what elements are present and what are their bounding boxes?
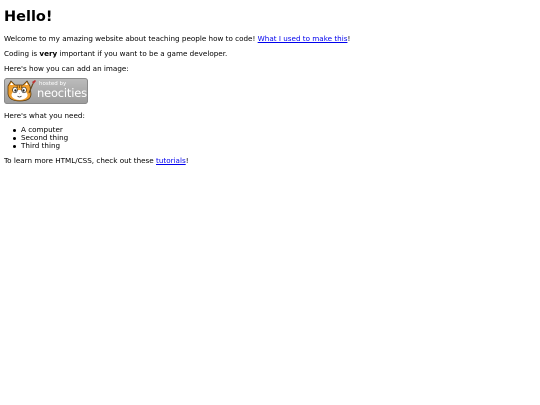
tutorials-link[interactable]: tutorials [156, 156, 186, 165]
image-intro-paragraph: Here's how you can add an image: [4, 64, 129, 73]
learn-paragraph: To learn more HTML/CSS, check out these … [4, 156, 189, 166]
needs-intro-paragraph: Here's what you need: [4, 111, 85, 120]
needs-list: A computer Second thing Third thing [4, 125, 68, 151]
intro-suffix: ! [347, 34, 351, 43]
learn-suffix: ! [185, 156, 189, 165]
coding-paragraph: Coding is very important if you want to … [4, 49, 227, 59]
what-i-used-link[interactable]: What I used to make this [258, 34, 348, 43]
badge-neocities-text: neocities [37, 86, 87, 100]
list-item: Third thing [4, 142, 68, 150]
coding-emphasis: very [39, 49, 58, 58]
learn-prefix: To learn more HTML/CSS, check out these [4, 156, 157, 165]
hosted-by-neocities-badge: hosted by neocities [4, 78, 88, 104]
coding-prefix: Coding is [4, 49, 40, 58]
coding-suffix: important if you want to be a game devel… [57, 49, 228, 58]
page-title: Hello! [4, 9, 53, 25]
intro-paragraph: Welcome to my amazing website about teac… [4, 34, 350, 44]
neocities-cat-logo-icon [7, 80, 36, 102]
intro-text: Welcome to my amazing website about teac… [4, 34, 258, 43]
